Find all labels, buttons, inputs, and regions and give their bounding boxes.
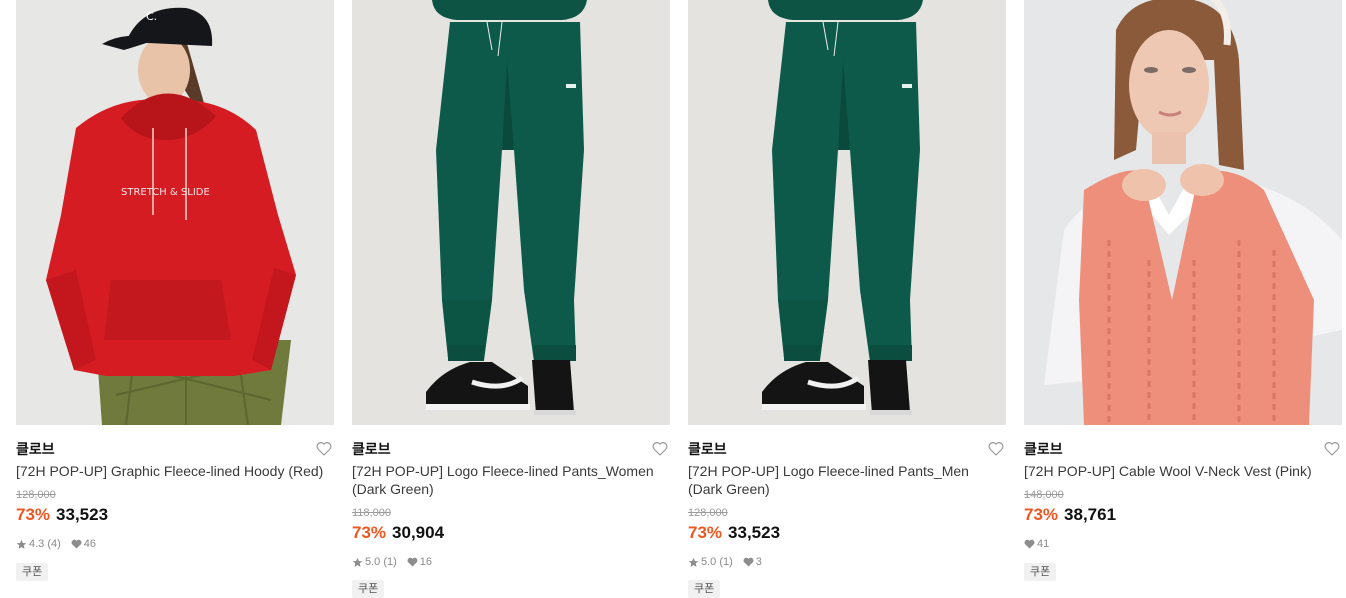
original-price: 118,000 [352, 507, 391, 519]
brand-name[interactable]: 클로브 [352, 440, 670, 458]
pants-men-photo [688, 0, 1006, 425]
rating-value: 5.0 (1) [365, 556, 397, 568]
hoody-print-text: STRETCH & SLIDE [121, 187, 210, 198]
heart-filled-icon [407, 557, 418, 567]
vest-model-photo [1024, 0, 1342, 425]
star-icon [16, 539, 27, 549]
discount-rate: 73% [1024, 505, 1059, 524]
brand-name[interactable]: 클로브 [1024, 440, 1342, 458]
likes-count: 46 [83, 538, 97, 550]
heart-filled-icon [743, 557, 754, 567]
product-card[interactable]: 클로브 [72H POP-UP] Logo Fleece-lined Pants… [688, 0, 1006, 598]
product-image[interactable]: C. STRETCH & SLIDE [16, 0, 334, 425]
price-block: 128,000 73% 33,523 [16, 488, 334, 526]
heart-filled-icon [71, 539, 82, 549]
price-block: 148,000 73% 38,761 [1024, 488, 1342, 526]
discount-rate: 73% [16, 505, 51, 524]
coupon-badge: 쿠폰 [352, 580, 385, 598]
heart-outline-icon[interactable] [988, 441, 1004, 456]
likes-count: 16 [419, 556, 433, 568]
product-image[interactable] [352, 0, 670, 425]
brand-name[interactable]: 클로브 [688, 440, 1006, 458]
rating-value: 4.3 (4) [29, 538, 61, 550]
heart-outline-icon[interactable] [316, 441, 332, 456]
sale-price: 38,761 [1064, 505, 1117, 524]
likes-count: 3 [755, 556, 762, 568]
product-grid: C. STRETCH & SLIDE 클로브 [72H POP-UP] Grap… [16, 0, 1342, 598]
brand-name[interactable]: 클로브 [16, 440, 334, 458]
coupon-badge: 쿠폰 [688, 580, 721, 598]
product-meta: 4.3 (4) 46 [16, 537, 106, 551]
product-card[interactable]: 클로브 [72H POP-UP] Logo Fleece-lined Pants… [352, 0, 670, 598]
product-name[interactable]: [72H POP-UP] Logo Fleece-lined Pants_Wom… [352, 462, 668, 498]
product-name[interactable]: [72H POP-UP] Logo Fleece-lined Pants_Men… [688, 462, 1004, 498]
pants-women-photo [352, 0, 670, 425]
rating-value: 5.0 (1) [701, 556, 733, 568]
product-name[interactable]: [72H POP-UP] Cable Wool V-Neck Vest (Pin… [1024, 462, 1340, 480]
product-image[interactable] [1024, 0, 1342, 425]
original-price: 128,000 [16, 489, 56, 501]
original-price: 128,000 [688, 507, 728, 519]
price-block: 128,000 73% 33,523 [688, 506, 1006, 544]
product-image[interactable] [688, 0, 1006, 425]
discount-rate: 73% [688, 523, 723, 542]
product-meta: 5.0 (1) 3 [688, 555, 772, 569]
star-icon [688, 557, 699, 567]
product-card[interactable]: C. STRETCH & SLIDE 클로브 [72H POP-UP] Grap… [16, 0, 334, 596]
heart-outline-icon[interactable] [1324, 441, 1340, 456]
product-card[interactable]: 클로브 [72H POP-UP] Cable Wool V-Neck Vest … [1024, 0, 1342, 596]
sale-price: 33,523 [728, 523, 781, 542]
hoody-model-photo: C. STRETCH & SLIDE [16, 0, 334, 425]
product-meta: 41 [1024, 537, 1059, 551]
sale-price: 30,904 [392, 523, 445, 542]
heart-outline-icon[interactable] [652, 441, 668, 456]
sale-price: 33,523 [56, 505, 109, 524]
likes-count: 41 [1037, 538, 1050, 550]
product-meta: 5.0 (1) 16 [352, 555, 442, 569]
coupon-badge: 쿠폰 [16, 563, 49, 581]
coupon-badge: 쿠폰 [1024, 563, 1057, 581]
svg-text:C.: C. [146, 10, 157, 23]
original-price: 148,000 [1024, 489, 1064, 501]
product-name[interactable]: [72H POP-UP] Graphic Fleece-lined Hoody … [16, 462, 332, 480]
discount-rate: 73% [352, 523, 387, 542]
heart-filled-icon [1024, 539, 1035, 549]
price-block: 118,000 73% 30,904 [352, 506, 670, 544]
star-icon [352, 557, 363, 567]
